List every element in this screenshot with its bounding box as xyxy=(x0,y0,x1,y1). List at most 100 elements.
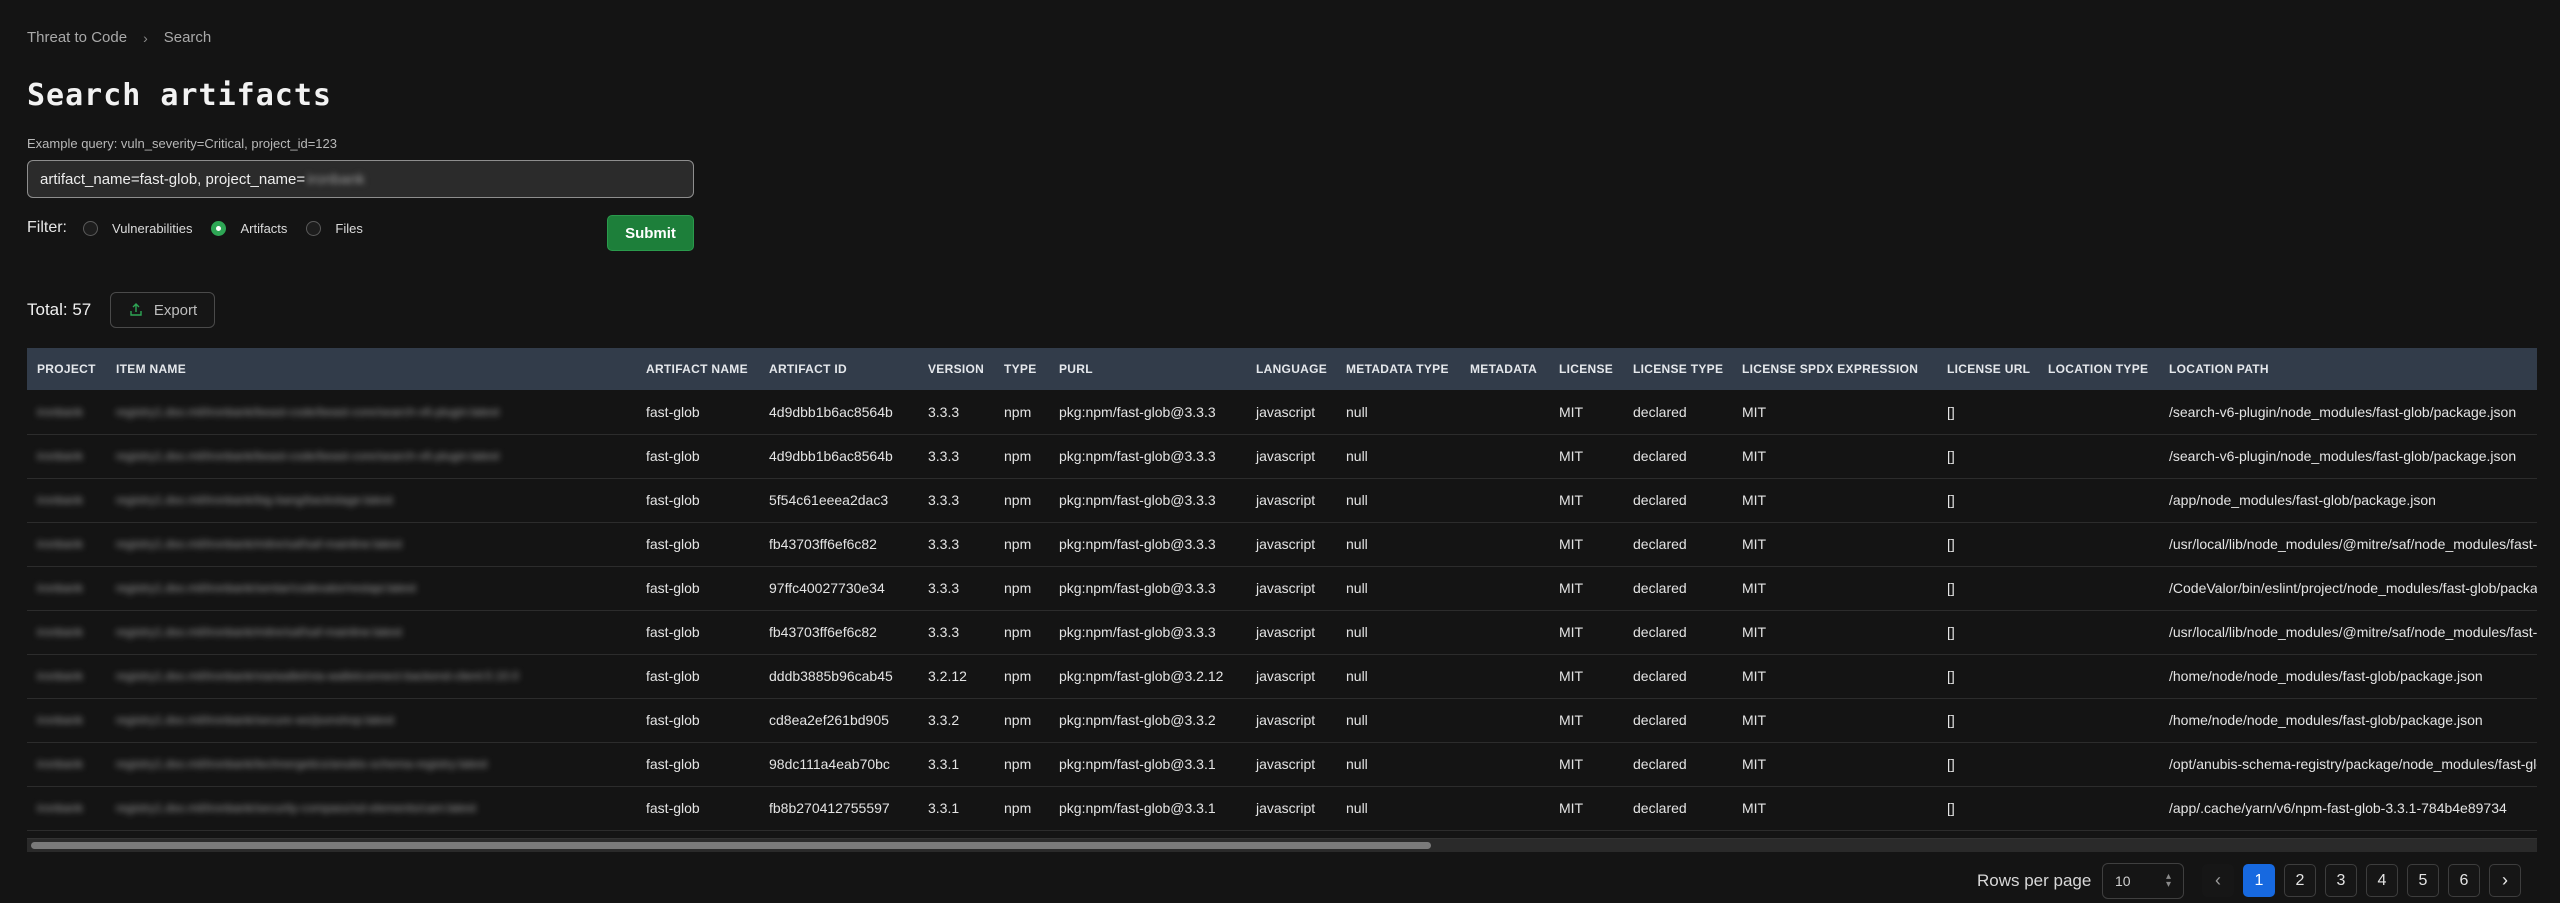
table-cell: pkg:npm/fast-glob@3.3.2 xyxy=(1059,712,1216,728)
table-cell: ironbank xyxy=(37,713,84,727)
table-cell: javascript xyxy=(1256,800,1316,816)
table-row[interactable]: ironbank registry1.dso.mil/ironbank/big-b… xyxy=(27,478,2537,522)
chevron-right-icon: › xyxy=(143,29,148,46)
column-header: LICENSE SPDX EXPRESSION xyxy=(1742,362,1919,376)
radio-unchecked-icon[interactable] xyxy=(306,220,322,236)
table-cell: fast-glob xyxy=(646,492,700,508)
radio-checked-icon[interactable] xyxy=(211,220,227,236)
table-cell: 3.2.12 xyxy=(928,668,967,684)
table-cell: MIT xyxy=(1742,800,1767,816)
table-cell: MIT xyxy=(1742,580,1767,596)
breadcrumb: Threat to Code › Search xyxy=(27,29,211,46)
page-button-6[interactable]: 6 xyxy=(2448,864,2480,897)
table-cell: declared xyxy=(1633,403,1687,420)
table-cell: fast-glob xyxy=(646,712,700,728)
column-header: LOCATION TYPE xyxy=(2048,362,2149,376)
filter-radio-files[interactable]: Files xyxy=(306,220,363,236)
column-header: LANGUAGE xyxy=(1256,362,1328,376)
table-cell: fast-glob xyxy=(646,403,700,420)
rows-per-page-value: 10 xyxy=(2115,873,2131,889)
table-row[interactable]: ironbank registry1.dso.mil/ironbank/senta… xyxy=(27,566,2537,610)
table-cell: npm xyxy=(1004,580,1032,596)
search-input[interactable]: artifact_name=fast-glob, project_name= ir… xyxy=(27,160,694,198)
scrollbar-thumb[interactable] xyxy=(31,842,1431,849)
page-button-1[interactable]: 1 xyxy=(2243,864,2275,897)
table-cell: ironbank xyxy=(37,669,84,683)
submit-button[interactable]: Submit xyxy=(607,215,694,251)
table-cell: 3.3.3 xyxy=(928,624,960,640)
table-cell: null xyxy=(1346,403,1368,420)
table-cell: 3.3.1 xyxy=(928,756,960,772)
table-cell: MIT xyxy=(1559,580,1584,596)
table-cell xyxy=(2038,478,2159,522)
table-cell: 3.3.3 xyxy=(928,448,960,464)
search-artifacts-page: Threat to Code › Search Search artifacts… xyxy=(0,0,2560,903)
table-cell xyxy=(1460,434,1549,478)
table-cell: 3.3.1 xyxy=(928,800,960,816)
page-button-3[interactable]: 3 xyxy=(2325,864,2357,897)
table-cell: MIT xyxy=(1559,668,1584,684)
column-header: PROJECT xyxy=(37,362,96,376)
table-cell: fast-glob xyxy=(646,756,700,772)
table-cell: registry1.dso.mil/ironbank/secure-ws/jso… xyxy=(116,713,395,727)
table-row[interactable]: ironbank registry1.dso.mil/ironbank/via/w… xyxy=(27,654,2537,698)
table-cell: declared xyxy=(1633,756,1687,772)
table-cell: npm xyxy=(1004,448,1032,464)
table-cell: MIT xyxy=(1559,448,1584,464)
table-cell xyxy=(1460,654,1549,698)
table-cell: javascript xyxy=(1256,668,1316,684)
page-button-2[interactable]: 2 xyxy=(2284,864,2316,897)
prev-page-button[interactable]: ‹ xyxy=(2202,864,2234,897)
page-button-5[interactable]: 5 xyxy=(2407,864,2439,897)
filter-radio-artifacts[interactable]: Artifacts xyxy=(211,220,287,236)
table-cell: null xyxy=(1346,668,1368,684)
table-row[interactable]: ironbank registry1.dso.mil/ironbank/beast… xyxy=(27,390,2537,434)
table-cell: MIT xyxy=(1559,756,1584,772)
table-body: ironbank registry1.dso.mil/ironbank/beast… xyxy=(27,390,2537,830)
table-cell: null xyxy=(1346,580,1368,596)
table-row[interactable]: ironbank registry1.dso.mil/ironbank/techn… xyxy=(27,742,2537,786)
radio-unchecked-icon[interactable] xyxy=(83,220,98,236)
table-cell: pkg:npm/fast-glob@3.2.12 xyxy=(1059,668,1224,684)
next-page-button[interactable]: › xyxy=(2489,864,2521,897)
filter-option-label: Vulnerabilities xyxy=(112,220,193,236)
table-cell: [] xyxy=(1947,624,1955,640)
table-row[interactable]: ironbank registry1.dso.mil/ironbank/mitre… xyxy=(27,610,2537,654)
table-row[interactable]: ironbank registry1.dso.mil/ironbank/secur… xyxy=(27,786,2537,830)
table-cell xyxy=(2038,566,2159,610)
page-button-4[interactable]: 4 xyxy=(2366,864,2398,897)
table-cell: fb43703ff6ef6c82 xyxy=(769,536,877,552)
table-cell: /CodeValor/bin/eslint/project/node_modul… xyxy=(2169,580,2537,596)
total-count: Total: 57 xyxy=(27,300,92,319)
table-row[interactable]: ironbank registry1.dso.mil/ironbank/secur… xyxy=(27,698,2537,742)
table-row[interactable]: ironbank registry1.dso.mil/ironbank/mitre… xyxy=(27,522,2537,566)
filter-radio-vulnerabilities[interactable]: Vulnerabilities xyxy=(83,220,193,236)
table-cell: pkg:npm/fast-glob@3.3.3 xyxy=(1059,448,1216,464)
search-input-value: artifact_name=fast-glob, project_name= xyxy=(40,170,306,188)
table-cell: javascript xyxy=(1256,536,1316,552)
artifacts-table: PROJECT ITEM NAME ARTIFACT NAME ARTIFACT ID… xyxy=(27,348,2537,832)
table-cell: MIT xyxy=(1559,492,1584,508)
table-cell: declared xyxy=(1633,580,1687,596)
table-cell: MIT xyxy=(1742,712,1767,728)
table-cell: pkg:npm/fast-glob@3.3.3 xyxy=(1059,492,1216,508)
table-cell: npm xyxy=(1004,756,1032,772)
filter-option-label: Files xyxy=(335,220,363,236)
table-cell: /opt/anubis-schema-registry/package/node… xyxy=(2169,756,2537,772)
table-cell: cd8ea2ef261bd905 xyxy=(769,712,889,728)
table-row[interactable]: ironbank registry1.dso.mil/ironbank/beast… xyxy=(27,434,2537,478)
rows-per-page-select[interactable]: 10 ▴ ▾ xyxy=(2102,863,2184,899)
table-cell: MIT xyxy=(1742,492,1767,508)
table-cell: npm xyxy=(1004,492,1032,508)
table-cell: registry1.dso.mil/ironbank/sentar/codeva… xyxy=(116,581,417,595)
table-cell: null xyxy=(1346,448,1368,464)
table-cell: fast-glob xyxy=(646,668,700,684)
table-cell: javascript xyxy=(1256,624,1316,640)
table-cell: 4d9dbb1b6ac8564b xyxy=(769,403,893,420)
breadcrumb-root-link[interactable]: Threat to Code xyxy=(27,29,127,46)
table-cell: declared xyxy=(1633,492,1687,508)
table-cell: MIT xyxy=(1559,624,1584,640)
export-button[interactable]: Export xyxy=(110,292,215,328)
export-icon xyxy=(130,303,142,316)
horizontal-scrollbar[interactable] xyxy=(27,838,2537,852)
